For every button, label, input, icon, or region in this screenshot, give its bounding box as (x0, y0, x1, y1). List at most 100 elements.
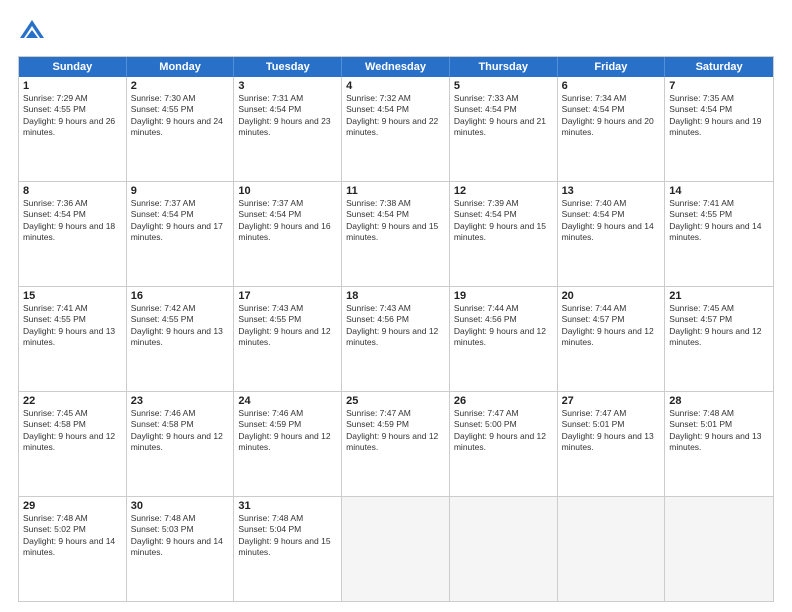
sunrise-line: Sunrise: 7:48 AM (669, 408, 769, 419)
sunrise-line: Sunrise: 7:46 AM (131, 408, 230, 419)
daylight-line: Daylight: 9 hours and 12 minutes. (454, 431, 553, 454)
daylight-line: Daylight: 9 hours and 12 minutes. (238, 326, 337, 349)
day-cell-31: 31 Sunrise: 7:48 AM Sunset: 5:04 PM Dayl… (234, 497, 342, 601)
day-cell-7: 7 Sunrise: 7:35 AM Sunset: 4:54 PM Dayli… (665, 77, 773, 181)
sunset-line: Sunset: 5:01 PM (562, 419, 661, 430)
day-cell-30: 30 Sunrise: 7:48 AM Sunset: 5:03 PM Dayl… (127, 497, 235, 601)
sunrise-line: Sunrise: 7:47 AM (346, 408, 445, 419)
sunrise-line: Sunrise: 7:32 AM (346, 93, 445, 104)
day-cell-8: 8 Sunrise: 7:36 AM Sunset: 4:54 PM Dayli… (19, 182, 127, 286)
day-number: 31 (238, 500, 337, 512)
sunrise-line: Sunrise: 7:38 AM (346, 198, 445, 209)
sunset-line: Sunset: 4:55 PM (23, 104, 122, 115)
sunrise-line: Sunrise: 7:41 AM (23, 303, 122, 314)
daylight-line: Daylight: 9 hours and 22 minutes. (346, 116, 445, 139)
day-number: 26 (454, 395, 553, 407)
sunrise-line: Sunrise: 7:45 AM (23, 408, 122, 419)
header-day-sunday: Sunday (19, 57, 127, 77)
day-cell-24: 24 Sunrise: 7:46 AM Sunset: 4:59 PM Dayl… (234, 392, 342, 496)
sunset-line: Sunset: 4:54 PM (238, 209, 337, 220)
sunrise-line: Sunrise: 7:37 AM (131, 198, 230, 209)
day-cell-6: 6 Sunrise: 7:34 AM Sunset: 4:54 PM Dayli… (558, 77, 666, 181)
sunset-line: Sunset: 5:04 PM (238, 524, 337, 535)
sunset-line: Sunset: 4:58 PM (23, 419, 122, 430)
day-cell-11: 11 Sunrise: 7:38 AM Sunset: 4:54 PM Dayl… (342, 182, 450, 286)
sunset-line: Sunset: 4:58 PM (131, 419, 230, 430)
sunrise-line: Sunrise: 7:47 AM (562, 408, 661, 419)
header-day-tuesday: Tuesday (234, 57, 342, 77)
sunrise-line: Sunrise: 7:42 AM (131, 303, 230, 314)
sunset-line: Sunset: 4:57 PM (562, 314, 661, 325)
day-number: 21 (669, 290, 769, 302)
day-number: 14 (669, 185, 769, 197)
sunset-line: Sunset: 4:57 PM (669, 314, 769, 325)
calendar: SundayMondayTuesdayWednesdayThursdayFrid… (18, 56, 774, 602)
sunrise-line: Sunrise: 7:35 AM (669, 93, 769, 104)
day-number: 6 (562, 80, 661, 92)
day-number: 13 (562, 185, 661, 197)
day-cell-27: 27 Sunrise: 7:47 AM Sunset: 5:01 PM Dayl… (558, 392, 666, 496)
daylight-line: Daylight: 9 hours and 13 minutes. (23, 326, 122, 349)
sunrise-line: Sunrise: 7:46 AM (238, 408, 337, 419)
day-number: 24 (238, 395, 337, 407)
daylight-line: Daylight: 9 hours and 21 minutes. (454, 116, 553, 139)
calendar-header: SundayMondayTuesdayWednesdayThursdayFrid… (19, 57, 773, 77)
calendar-row-3: 15 Sunrise: 7:41 AM Sunset: 4:55 PM Dayl… (19, 287, 773, 392)
daylight-line: Daylight: 9 hours and 24 minutes. (131, 116, 230, 139)
sunrise-line: Sunrise: 7:36 AM (23, 198, 122, 209)
header-day-thursday: Thursday (450, 57, 558, 77)
daylight-line: Daylight: 9 hours and 26 minutes. (23, 116, 122, 139)
sunset-line: Sunset: 4:55 PM (23, 314, 122, 325)
day-cell-20: 20 Sunrise: 7:44 AM Sunset: 4:57 PM Dayl… (558, 287, 666, 391)
sunset-line: Sunset: 4:59 PM (346, 419, 445, 430)
daylight-line: Daylight: 9 hours and 19 minutes. (669, 116, 769, 139)
day-cell-15: 15 Sunrise: 7:41 AM Sunset: 4:55 PM Dayl… (19, 287, 127, 391)
day-cell-23: 23 Sunrise: 7:46 AM Sunset: 4:58 PM Dayl… (127, 392, 235, 496)
day-cell-25: 25 Sunrise: 7:47 AM Sunset: 4:59 PM Dayl… (342, 392, 450, 496)
sunset-line: Sunset: 5:03 PM (131, 524, 230, 535)
sunset-line: Sunset: 4:54 PM (454, 104, 553, 115)
daylight-line: Daylight: 9 hours and 17 minutes. (131, 221, 230, 244)
sunset-line: Sunset: 4:54 PM (23, 209, 122, 220)
day-cell-22: 22 Sunrise: 7:45 AM Sunset: 4:58 PM Dayl… (19, 392, 127, 496)
calendar-body: 1 Sunrise: 7:29 AM Sunset: 4:55 PM Dayli… (19, 77, 773, 601)
day-number: 5 (454, 80, 553, 92)
day-number: 4 (346, 80, 445, 92)
calendar-row-5: 29 Sunrise: 7:48 AM Sunset: 5:02 PM Dayl… (19, 497, 773, 601)
page: SundayMondayTuesdayWednesdayThursdayFrid… (0, 0, 792, 612)
daylight-line: Daylight: 9 hours and 14 minutes. (669, 221, 769, 244)
sunrise-line: Sunrise: 7:48 AM (131, 513, 230, 524)
daylight-line: Daylight: 9 hours and 15 minutes. (238, 536, 337, 559)
sunrise-line: Sunrise: 7:31 AM (238, 93, 337, 104)
day-number: 15 (23, 290, 122, 302)
day-cell-19: 19 Sunrise: 7:44 AM Sunset: 4:56 PM Dayl… (450, 287, 558, 391)
sunrise-line: Sunrise: 7:48 AM (238, 513, 337, 524)
sunset-line: Sunset: 5:00 PM (454, 419, 553, 430)
day-number: 23 (131, 395, 230, 407)
calendar-row-1: 1 Sunrise: 7:29 AM Sunset: 4:55 PM Dayli… (19, 77, 773, 182)
day-number: 8 (23, 185, 122, 197)
sunset-line: Sunset: 4:55 PM (238, 314, 337, 325)
daylight-line: Daylight: 9 hours and 20 minutes. (562, 116, 661, 139)
day-cell-2: 2 Sunrise: 7:30 AM Sunset: 4:55 PM Dayli… (127, 77, 235, 181)
daylight-line: Daylight: 9 hours and 14 minutes. (23, 536, 122, 559)
sunset-line: Sunset: 4:54 PM (238, 104, 337, 115)
sunset-line: Sunset: 4:54 PM (131, 209, 230, 220)
day-cell-29: 29 Sunrise: 7:48 AM Sunset: 5:02 PM Dayl… (19, 497, 127, 601)
day-number: 20 (562, 290, 661, 302)
day-cell-5: 5 Sunrise: 7:33 AM Sunset: 4:54 PM Dayli… (450, 77, 558, 181)
sunset-line: Sunset: 4:59 PM (238, 419, 337, 430)
daylight-line: Daylight: 9 hours and 14 minutes. (131, 536, 230, 559)
empty-cell (558, 497, 666, 601)
calendar-row-4: 22 Sunrise: 7:45 AM Sunset: 4:58 PM Dayl… (19, 392, 773, 497)
day-cell-17: 17 Sunrise: 7:43 AM Sunset: 4:55 PM Dayl… (234, 287, 342, 391)
header (18, 18, 774, 46)
day-number: 18 (346, 290, 445, 302)
day-number: 27 (562, 395, 661, 407)
day-number: 17 (238, 290, 337, 302)
sunrise-line: Sunrise: 7:41 AM (669, 198, 769, 209)
sunset-line: Sunset: 4:56 PM (454, 314, 553, 325)
day-number: 10 (238, 185, 337, 197)
day-cell-16: 16 Sunrise: 7:42 AM Sunset: 4:55 PM Dayl… (127, 287, 235, 391)
sunrise-line: Sunrise: 7:44 AM (562, 303, 661, 314)
